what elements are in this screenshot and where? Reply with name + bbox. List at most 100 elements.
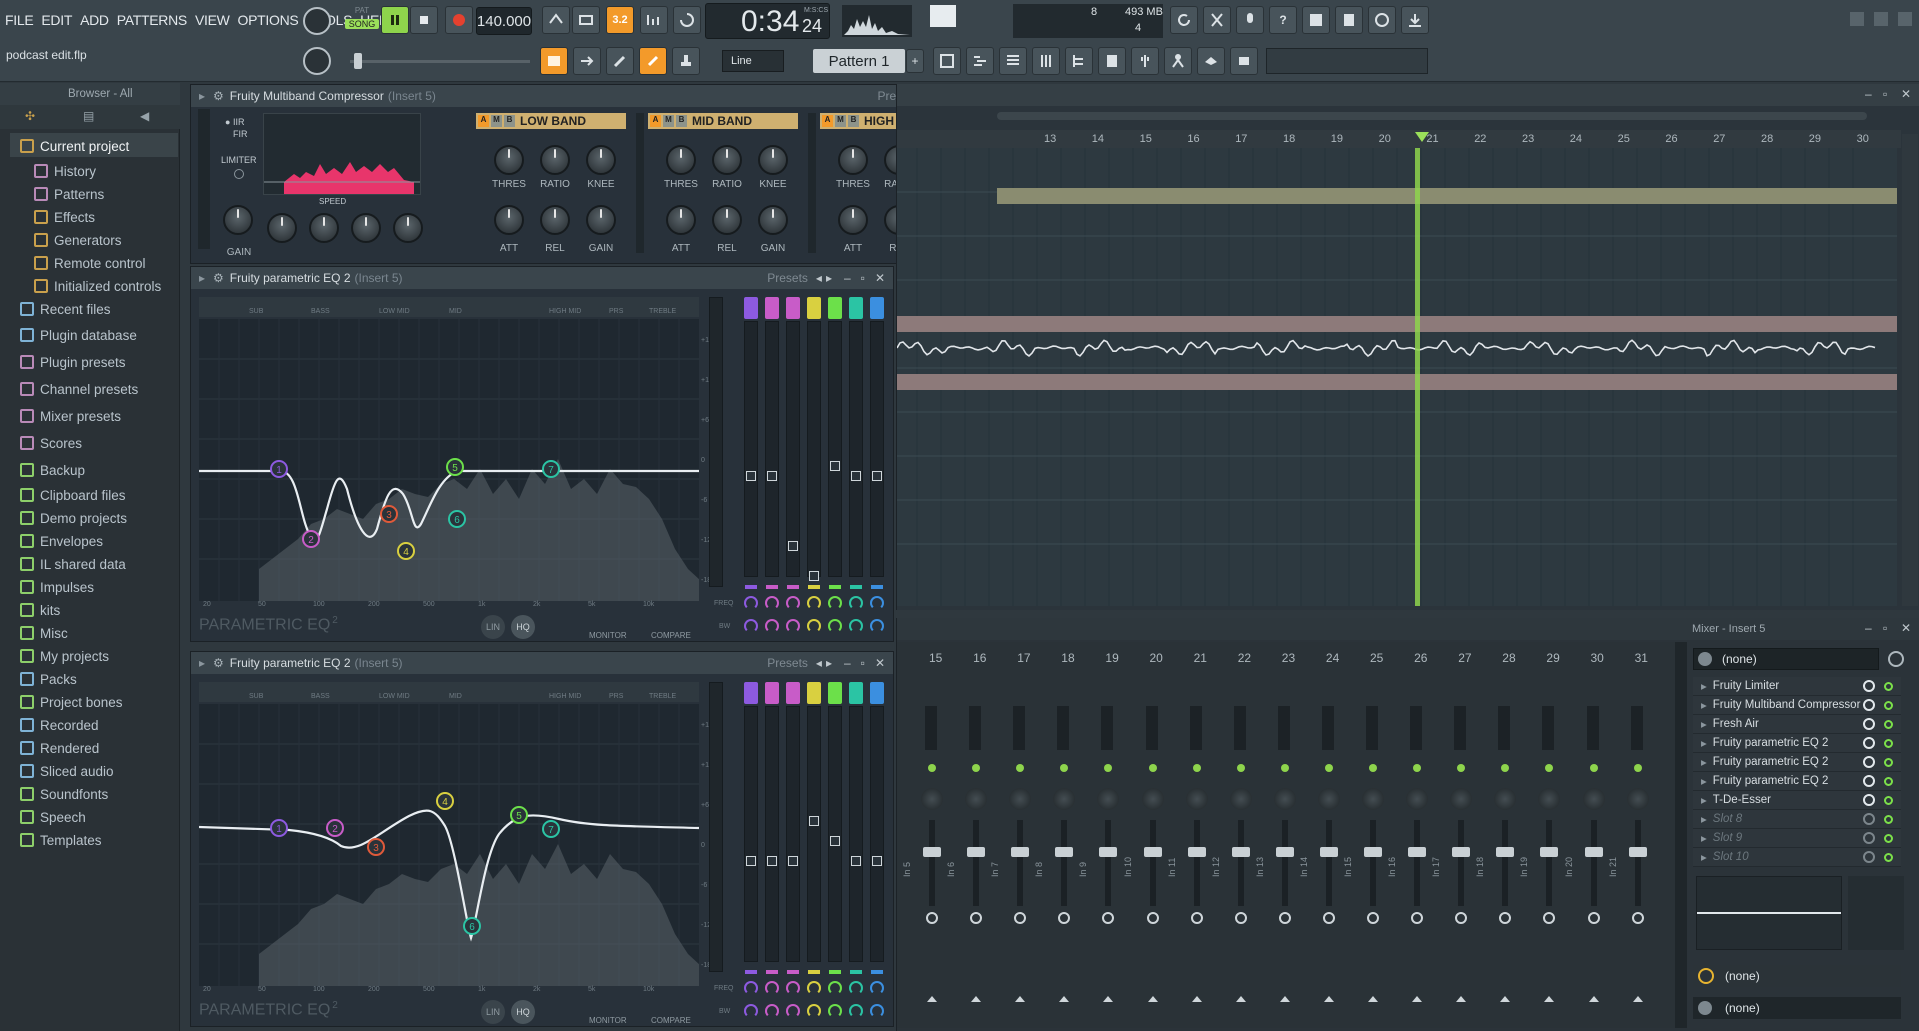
track-name[interactable]: In 18	[1475, 837, 1485, 877]
browser-item[interactable]: Templates	[20, 829, 102, 851]
view-playlist-button[interactable]	[933, 47, 961, 75]
playlist-scrollbar-horizontal[interactable]	[997, 112, 1867, 120]
record-audio-button[interactable]	[1236, 6, 1264, 34]
track-send-arrow[interactable]	[1015, 996, 1026, 1002]
input-gain-knob[interactable]	[223, 205, 253, 235]
track-pan-knob[interactable]	[1141, 788, 1164, 810]
slot-mix-knob[interactable]	[1863, 737, 1875, 749]
track-name[interactable]: In 13	[1255, 837, 1265, 877]
track-name[interactable]: In 5	[902, 837, 912, 877]
track-fader[interactable]	[1414, 820, 1421, 906]
track-enable-led[interactable]	[1236, 764, 1245, 772]
band-gain-fader[interactable]	[807, 321, 821, 577]
browser-item[interactable]: Patterns	[34, 183, 104, 205]
band-freq-knob[interactable]	[807, 596, 821, 610]
expand-icon[interactable]: ▸	[199, 89, 205, 103]
band-knob[interactable]	[666, 205, 696, 235]
slot-enable-led[interactable]	[1884, 738, 1893, 748]
monitor-label[interactable]: MONITOR	[589, 1016, 627, 1025]
close-window-button[interactable]	[1898, 12, 1912, 26]
band-type-button[interactable]	[828, 682, 842, 704]
mixer-effect-slot[interactable]: ▸ T-De-Esser	[1693, 791, 1901, 810]
band-knob[interactable]	[540, 145, 570, 175]
track-name[interactable]: In 21	[1608, 837, 1618, 877]
eq-presets-button[interactable]: Presets	[767, 656, 808, 670]
mixer-effect-slot[interactable]: ▸ Slot 10	[1693, 848, 1901, 867]
track-route-icon[interactable]	[1058, 912, 1071, 924]
track-fader[interactable]	[1281, 820, 1288, 906]
fader-handle[interactable]	[1099, 847, 1118, 857]
iir-option[interactable]: ● IIR	[225, 117, 244, 127]
track-enable-led[interactable]	[1280, 764, 1289, 772]
slot-enable-led[interactable]	[1884, 719, 1893, 729]
fader-handle[interactable]	[1496, 847, 1515, 857]
speaker-icon[interactable]: ◀	[140, 109, 149, 123]
master-volume-knob[interactable]	[303, 7, 331, 35]
mixer-effect-slot[interactable]: ▸ Fresh Air	[1693, 715, 1901, 734]
browser-item[interactable]: Demo projects	[20, 507, 127, 529]
monitor-label[interactable]: MONITOR	[589, 631, 627, 640]
eq-presets-button[interactable]: Presets	[767, 271, 808, 285]
band-bw-knob[interactable]	[870, 1004, 884, 1018]
eq-titlebar[interactable]: ▸ ⚙ Fruity parametric EQ 2 (Insert 5) Preset…	[191, 652, 893, 674]
track-send-arrow[interactable]	[1059, 996, 1070, 1002]
band-freq-knob[interactable]	[744, 981, 758, 995]
view-touch-controller-button[interactable]	[1131, 47, 1159, 75]
browser-item[interactable]: My projects	[20, 645, 109, 667]
slot-enable-led[interactable]	[1884, 833, 1893, 843]
band-toggle[interactable]: B	[676, 115, 687, 127]
slot-mix-knob[interactable]	[1863, 756, 1875, 768]
band-bw-knob[interactable]	[849, 1004, 863, 1018]
track-enable-led[interactable]	[1148, 764, 1157, 772]
track-enable-led[interactable]	[972, 764, 981, 772]
band-freq-knob[interactable]	[786, 981, 800, 995]
fader-handle[interactable]	[809, 571, 819, 581]
track-send-arrow[interactable]	[927, 996, 937, 1002]
track-name[interactable]: In 7	[990, 837, 1000, 877]
track-fader[interactable]	[929, 820, 935, 906]
slot-enable-led[interactable]	[1884, 776, 1893, 786]
mixer-input-select[interactable]: (none)	[1693, 648, 1879, 670]
playlist-tracks[interactable]	[897, 148, 1897, 606]
track-route-icon[interactable]	[970, 912, 983, 924]
track-route-icon[interactable]	[1455, 912, 1468, 924]
track-send-arrow[interactable]	[1500, 996, 1511, 1002]
next-preset-icon[interactable]: ▸	[826, 656, 832, 670]
track-pan-knob[interactable]	[1009, 788, 1032, 810]
band-toggle[interactable]: A	[478, 115, 489, 127]
mixer-maximize-icon[interactable]: ▫	[1883, 621, 1887, 635]
mixer-effect-slot[interactable]: ▸ Fruity parametric EQ 2	[1693, 734, 1901, 753]
eq-titlebar[interactable]: ▸ ⚙ Fruity parametric EQ 2 (Insert 5) Preset…	[191, 267, 893, 289]
track-enable-led[interactable]	[928, 764, 936, 772]
crossover-knob-4[interactable]	[393, 213, 423, 243]
band-knob[interactable]	[666, 145, 696, 175]
save-button[interactable]	[1302, 6, 1330, 34]
track-name[interactable]: In 19	[1519, 837, 1529, 877]
track-fader[interactable]	[1017, 820, 1024, 906]
track-fader[interactable]	[1061, 820, 1068, 906]
band-bw-knob[interactable]	[807, 619, 821, 633]
browser-item[interactable]: Sliced audio	[20, 760, 114, 782]
band-type-button[interactable]	[744, 682, 758, 704]
download-button[interactable]	[1401, 6, 1429, 34]
crossover-knob-1[interactable]	[267, 213, 297, 243]
track-name[interactable]: In 9	[1078, 837, 1088, 877]
band-gain-fader[interactable]	[849, 706, 863, 962]
band-toggle[interactable]: M	[491, 115, 502, 127]
track-pan-knob[interactable]	[1494, 788, 1517, 810]
track-fader[interactable]	[1149, 820, 1156, 906]
track-enable-led[interactable]	[1369, 764, 1377, 772]
mixer-output-row[interactable]: (none)	[1693, 965, 1901, 987]
track-fader[interactable]	[1237, 820, 1244, 906]
fader-handle[interactable]	[1319, 847, 1338, 857]
band-freq-knob[interactable]	[744, 596, 758, 610]
band-freq-knob[interactable]	[786, 596, 800, 610]
hq-button[interactable]: HQ	[511, 615, 535, 639]
track-send-arrow[interactable]	[1588, 996, 1599, 1002]
band-gain-fader[interactable]	[870, 706, 884, 962]
band-bw-knob[interactable]	[828, 619, 842, 633]
track-pan-knob[interactable]	[1229, 788, 1252, 810]
slot-expand-icon[interactable]: ▸	[1701, 831, 1707, 845]
close-icon[interactable]: ✕	[875, 656, 885, 670]
view-browser-button[interactable]	[1065, 47, 1093, 75]
